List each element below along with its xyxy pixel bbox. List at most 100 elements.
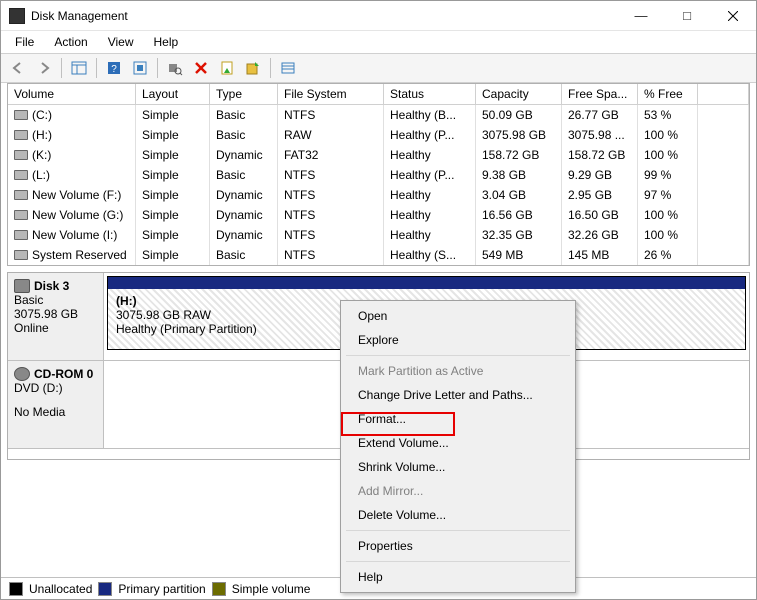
volume-icon [14,110,28,120]
toolbar: ? [1,53,756,83]
help-icon[interactable]: ? [103,57,125,79]
volume-layout: Simple [136,205,210,225]
volume-free: 145 MB [562,245,638,265]
action-icon[interactable] [242,57,264,79]
volume-capacity: 3.04 GB [476,185,562,205]
volume-status: Healthy (S... [384,245,476,265]
volume-type: Basic [210,245,278,265]
volume-list: Volume Layout Type File System Status Ca… [7,83,750,266]
refresh-icon[interactable] [164,57,186,79]
volume-capacity: 16.56 GB [476,205,562,225]
menu-change-drive-letter[interactable]: Change Drive Letter and Paths... [344,383,572,407]
volume-icon [14,150,28,160]
volume-pctfree: 26 % [638,245,698,265]
menu-open[interactable]: Open [344,304,572,328]
volume-free: 26.77 GB [562,105,638,125]
menu-help[interactable]: Help [146,33,187,51]
volume-name: (C:) [32,108,52,122]
volume-type: Dynamic [210,185,278,205]
menu-shrink-volume[interactable]: Shrink Volume... [344,455,572,479]
volume-layout: Simple [136,245,210,265]
volume-fs: NTFS [278,205,384,225]
legend-unallocated-swatch [9,582,23,596]
disk3-size: 3075.98 GB [14,307,97,321]
close-button[interactable] [710,1,756,31]
cdrom-name: CD-ROM 0 [34,367,93,381]
volume-pctfree: 100 % [638,145,698,165]
minimize-button[interactable]: — [618,1,664,31]
volume-layout: Simple [136,185,210,205]
volume-row[interactable]: System ReservedSimpleBasicNTFSHealthy (S… [8,245,749,265]
volume-icon [14,250,28,260]
list-view-icon[interactable] [277,57,299,79]
volume-row[interactable]: New Volume (G:)SimpleDynamicNTFSHealthy1… [8,205,749,225]
context-menu: Open Explore Mark Partition as Active Ch… [340,300,576,593]
menu-delete-volume[interactable]: Delete Volume... [344,503,572,527]
volume-fs: NTFS [278,165,384,185]
volume-layout: Simple [136,225,210,245]
volume-row[interactable]: (H:)SimpleBasicRAWHealthy (P...3075.98 G… [8,125,749,145]
partition-header [108,277,745,289]
menu-extend-volume[interactable]: Extend Volume... [344,431,572,455]
menu-file[interactable]: File [7,33,42,51]
volume-fs: NTFS [278,185,384,205]
volume-capacity: 50.09 GB [476,105,562,125]
menu-format[interactable]: Format... [344,407,572,431]
menu-mark-active: Mark Partition as Active [344,359,572,383]
maximize-button[interactable]: □ [664,1,710,31]
volume-name: (K:) [32,148,51,162]
legend-primary-swatch [98,582,112,596]
settings-icon[interactable] [129,57,151,79]
menu-help[interactable]: Help [344,565,572,589]
cdrom-label[interactable]: CD-ROM 0 DVD (D:) No Media [8,361,104,448]
volume-icon [14,230,28,240]
volume-row[interactable]: (K:)SimpleDynamicFAT32Healthy158.72 GB15… [8,145,749,165]
volume-icon [14,210,28,220]
menu-properties[interactable]: Properties [344,534,572,558]
volume-capacity: 9.38 GB [476,165,562,185]
volume-name: System Reserved [32,248,127,262]
menu-view[interactable]: View [100,33,142,51]
volume-name: New Volume (F:) [32,188,121,202]
properties-icon[interactable] [216,57,238,79]
col-layout[interactable]: Layout [136,84,210,104]
svg-text:?: ? [111,64,117,75]
volume-pctfree: 100 % [638,125,698,145]
volume-fs: FAT32 [278,145,384,165]
volume-row[interactable]: (C:)SimpleBasicNTFSHealthy (B...50.09 GB… [8,105,749,125]
volume-fs: NTFS [278,225,384,245]
col-pctfree[interactable]: % Free [638,84,698,104]
volume-type: Basic [210,105,278,125]
disk3-name: Disk 3 [34,279,69,293]
volume-free: 158.72 GB [562,145,638,165]
menu-action[interactable]: Action [46,33,95,51]
volume-type: Dynamic [210,205,278,225]
col-freespace[interactable]: Free Spa... [562,84,638,104]
menu-explore[interactable]: Explore [344,328,572,352]
forward-button[interactable] [33,57,55,79]
volume-icon [14,190,28,200]
volume-pctfree: 100 % [638,225,698,245]
show-hide-console-tree-icon[interactable] [68,57,90,79]
volume-capacity: 32.35 GB [476,225,562,245]
cdrom-type: DVD (D:) [14,381,97,395]
back-button[interactable] [7,57,29,79]
volume-row[interactable]: New Volume (I:)SimpleDynamicNTFSHealthy3… [8,225,749,245]
volume-row[interactable]: (L:)SimpleBasicNTFSHealthy (P...9.38 GB9… [8,165,749,185]
col-volume[interactable]: Volume [8,84,136,104]
volume-name: New Volume (I:) [32,228,117,242]
volume-icon [14,170,28,180]
volume-row[interactable]: New Volume (F:) SimpleDynamicNTFSHealthy3… [8,185,749,205]
volume-fs: RAW [278,125,384,145]
legend-simple-label: Simple volume [232,582,311,596]
disk3-label[interactable]: Disk 3 Basic 3075.98 GB Online [8,273,104,360]
volume-status: Healthy [384,185,476,205]
col-filesystem[interactable]: File System [278,84,384,104]
delete-icon[interactable] [190,57,212,79]
col-capacity[interactable]: Capacity [476,84,562,104]
volume-icon [14,130,28,140]
window-title: Disk Management [31,9,618,23]
col-type[interactable]: Type [210,84,278,104]
volume-status: Healthy [384,145,476,165]
col-status[interactable]: Status [384,84,476,104]
